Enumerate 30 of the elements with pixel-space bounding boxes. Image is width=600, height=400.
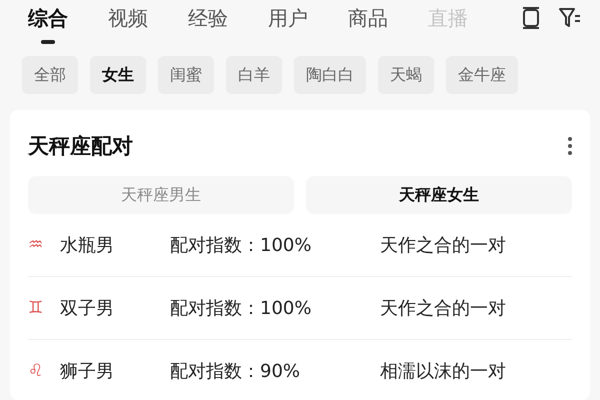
category-tab[interactable]: 视频 [108,4,148,44]
sign-name: 狮子男 [60,360,115,383]
category-tab[interactable]: 商品 [348,4,388,44]
category-tab[interactable]: 用户 [268,4,308,44]
tablet-icon[interactable] [520,6,542,30]
sign-name: 双子男 [60,297,115,320]
gender-tab[interactable]: 天秤座男生 [28,176,294,214]
card-title: 天秤座配对 [28,133,133,160]
filter-chip[interactable]: 陶白白 [294,56,366,94]
zodiac-symbol: ♒ [28,235,44,255]
filter-chip[interactable]: 白羊 [226,56,282,94]
gender-tab[interactable]: 天秤座女生 [306,176,572,214]
filter-chip[interactable]: 天蝎 [378,56,434,94]
filter-chip[interactable]: 金牛座 [446,56,518,94]
category-tab[interactable]: 经验 [188,4,228,44]
sign-name: 水瓶男 [60,234,115,257]
match-verdict: 天作之合的一对 [380,297,506,320]
zodiac-symbol: ♊ [28,298,44,318]
filter-chip[interactable]: 全部 [22,56,78,94]
filter-chip[interactable]: 闺蜜 [158,56,214,94]
match-score: 配对指数：100% [170,297,312,320]
match-verdict: 相濡以沫的一对 [380,360,506,383]
match-score: 配对指数：100% [170,234,312,257]
category-tab[interactable]: 综合 [28,4,68,44]
match-verdict: 天作之合的一对 [380,234,506,257]
filter-chip[interactable]: 女生 [90,56,146,94]
filter-icon[interactable] [558,6,582,30]
match-score: 配对指数：90% [170,360,302,383]
zodiac-symbol: ♌ [28,361,44,381]
more-icon[interactable] [568,137,572,155]
